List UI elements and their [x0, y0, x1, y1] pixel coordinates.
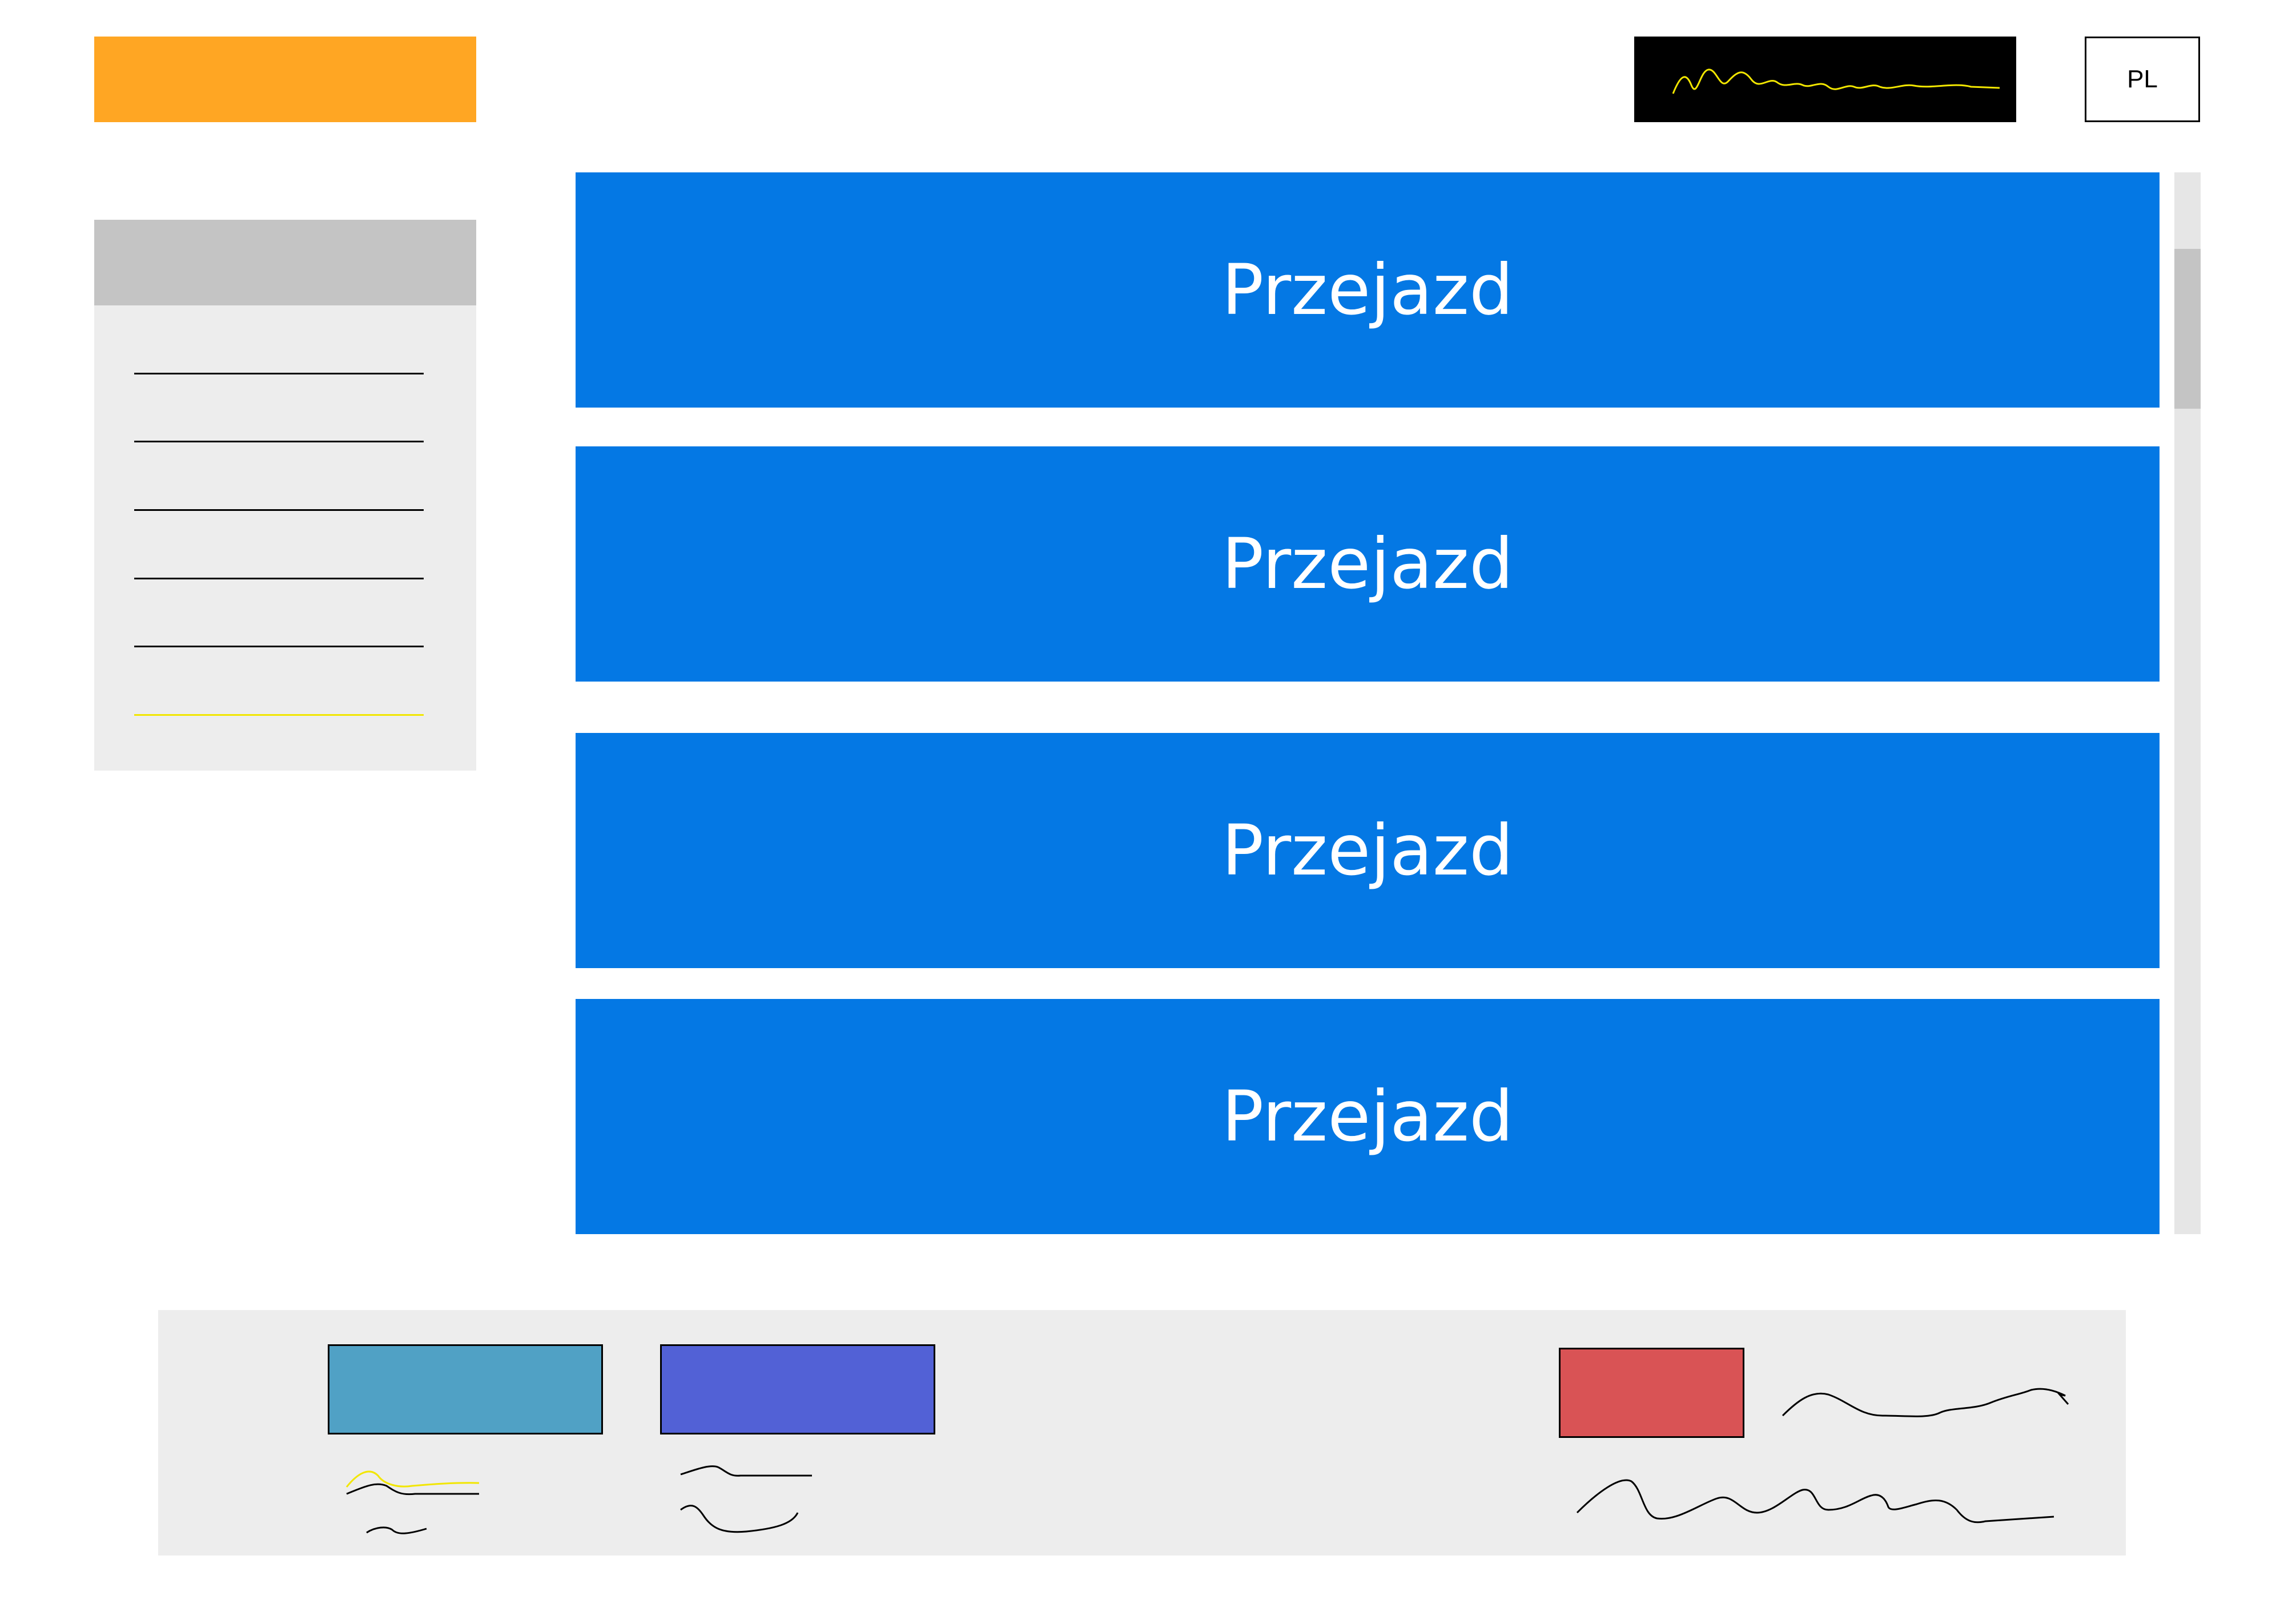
sidebar-item[interactable] — [134, 578, 424, 579]
sidebar-item-active[interactable] — [134, 714, 424, 716]
app-logo[interactable] — [94, 37, 476, 122]
sidebar-item[interactable] — [134, 646, 424, 647]
trip-label: Przejazd — [1221, 810, 1514, 891]
trip-card[interactable]: Przejazd — [576, 172, 2160, 408]
sidebar — [94, 220, 476, 771]
trip-label: Przejazd — [1221, 1076, 1514, 1157]
footer-panel — [158, 1310, 2126, 1556]
trip-card[interactable]: Przejazd — [576, 733, 2160, 968]
sidebar-item[interactable] — [134, 441, 424, 442]
user-signature — [1634, 37, 2016, 122]
sidebar-item[interactable] — [134, 373, 424, 374]
trip-card[interactable]: Przejazd — [576, 446, 2160, 682]
scrollbar-thumb[interactable] — [2174, 249, 2201, 409]
language-button[interactable]: PL — [2085, 37, 2200, 122]
trip-label: Przejazd — [1221, 523, 1514, 605]
sidebar-item[interactable] — [134, 509, 424, 511]
scrollbar[interactable] — [2174, 172, 2201, 1234]
handwritten-notes-icon — [345, 1388, 2069, 1534]
trip-label: Przejazd — [1221, 249, 1514, 331]
trip-card[interactable]: Przejazd — [576, 999, 2160, 1234]
sidebar-header — [94, 220, 476, 305]
signature-scribble-icon — [1672, 68, 2000, 94]
